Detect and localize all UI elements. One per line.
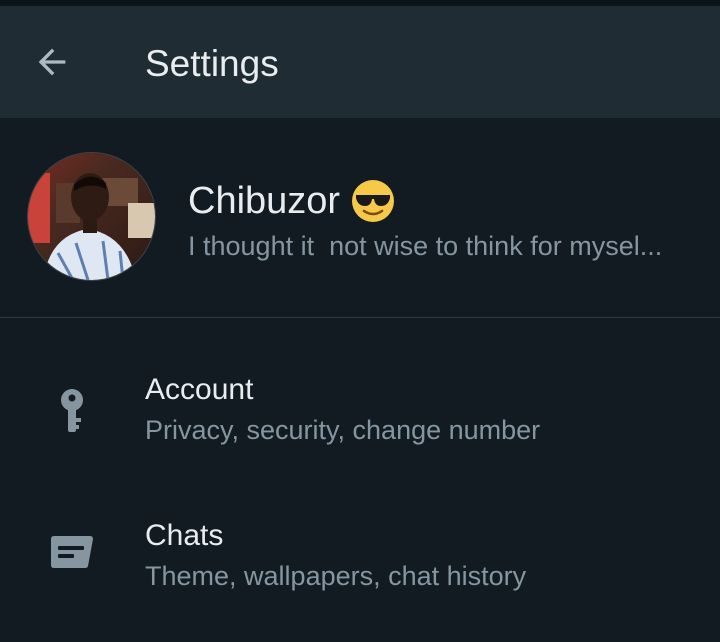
app-bar: Settings [0,6,720,118]
profile-section[interactable]: Chibuzor I thought it not wise to think … [0,118,720,317]
settings-item-title: Account [145,373,254,406]
sunglasses-emoji-icon [352,180,395,222]
avatar[interactable] [28,153,155,280]
profile-name-row: Chibuzor [188,178,396,224]
settings-item-account[interactable]: Account Privacy, security, change number [0,338,720,478]
back-button[interactable] [22,32,82,92]
settings-item-title: Chats [145,519,224,552]
settings-item-chats[interactable]: Chats Theme, wallpapers, chat history [0,484,720,624]
settings-item-subtitle: Privacy, security, change number [145,415,541,445]
profile-name: Chibuzor [188,180,341,222]
profile-about: I thought it not wise to think for mysel… [188,231,663,261]
arrow-left-icon [38,48,66,76]
page-title: Settings [145,43,279,84]
chat-icon [44,524,100,580]
key-icon [44,384,100,440]
divider [0,317,720,318]
settings-item-subtitle: Theme, wallpapers, chat history [145,561,527,591]
